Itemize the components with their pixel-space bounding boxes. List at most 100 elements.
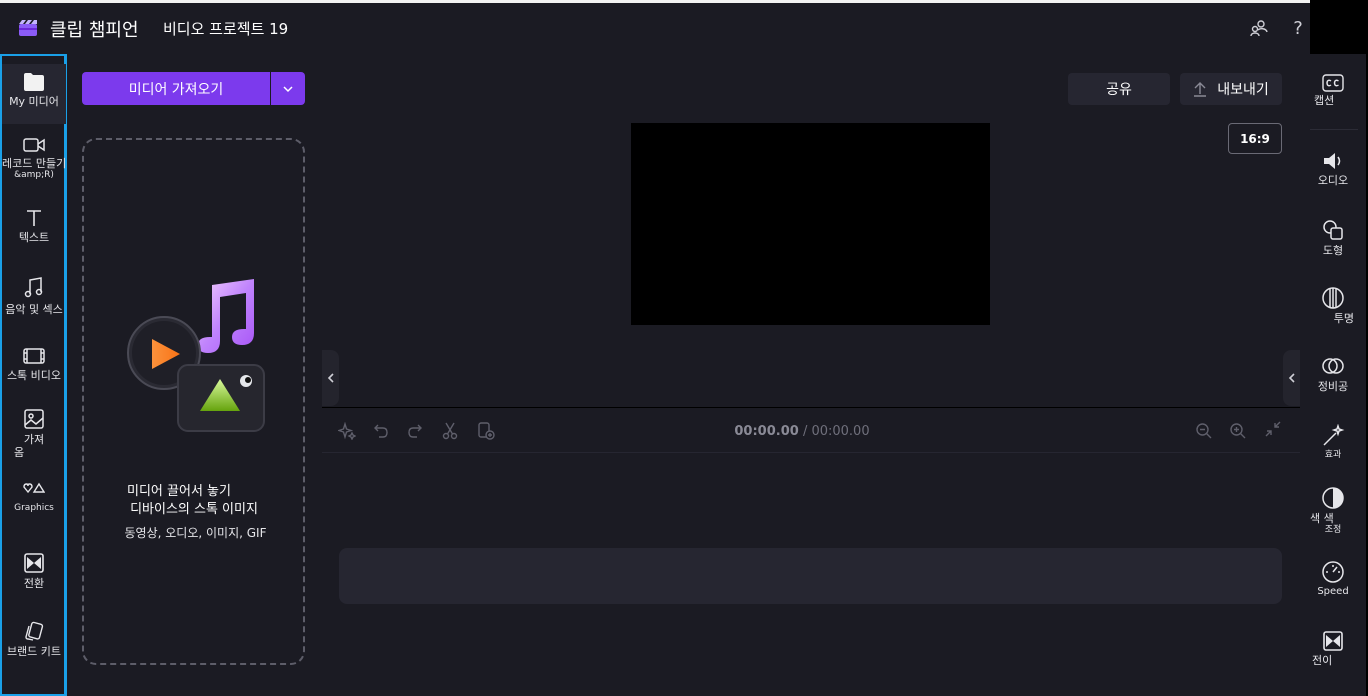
- sidebar-item-label: 가져: [23, 433, 45, 446]
- sidebar-item-color-adjust[interactable]: 색 색 조정: [1300, 486, 1366, 536]
- sidebar-item-label: Speed: [1317, 586, 1349, 597]
- timeline-panel: 00:00.00 / 00:00.00: [322, 408, 1300, 696]
- transition-icon: [1323, 631, 1343, 651]
- import-media-button[interactable]: 미디어 가져오기: [82, 72, 270, 105]
- sidebar-item-stock-video[interactable]: 스톡 비디오: [2, 346, 66, 382]
- sidebar-item-record-create[interactable]: 레코드 만들기( &amp;R): [2, 136, 71, 181]
- scissors-icon[interactable]: [439, 420, 461, 442]
- zoom-out-icon[interactable]: [1193, 420, 1215, 442]
- sidebar-item-my-media[interactable]: My 미디어: [2, 64, 66, 124]
- sidebar-item-label: 음악 및 섹스: [5, 303, 63, 316]
- text-icon: [27, 210, 41, 226]
- sidebar-item-label: My 미디어: [9, 95, 59, 108]
- dropzone-subtitle[interactable]: 디바이스의 스톡 이미지: [94, 498, 294, 517]
- total-time: / 00:00.00: [802, 424, 870, 439]
- sidebar-item-label: 효과: [1324, 450, 1342, 460]
- share-button[interactable]: 공유: [1068, 73, 1170, 105]
- sidebar-item-label: 투명: [1333, 312, 1354, 325]
- sidebar-item-speed[interactable]: Speed: [1300, 560, 1366, 597]
- sidebar-item-label: 브랜드 키트: [6, 645, 62, 658]
- share-people-icon[interactable]: [1248, 17, 1270, 39]
- brand-kit-icon: [25, 621, 44, 641]
- sidebar-item-import[interactable]: 가져 옴: [2, 408, 66, 459]
- sidebar-item-transparency[interactable]: 투명: [1300, 286, 1366, 325]
- media-illustration-icon: [127, 279, 265, 432]
- media-panel: 미디어 가져오기 미디어 끌어서 놓기 디바이스의 스톡 이미지 동영상, 오디…: [67, 54, 322, 696]
- window-corner: [1310, 0, 1368, 54]
- magic-sparkle-icon[interactable]: [336, 420, 358, 442]
- sidebar-item-transitions-right[interactable]: 전이: [1300, 630, 1366, 667]
- film-icon: [23, 348, 45, 364]
- timeline-track[interactable]: [339, 548, 1282, 604]
- transparency-icon: [1322, 287, 1344, 309]
- left-sidebar: My 미디어 레코드 만들기( &amp;R) 텍스트 음악 및 섹스 스톡 비…: [0, 54, 71, 696]
- collapse-left-panel-button[interactable]: [322, 350, 339, 406]
- sidebar-item-label: Graphics: [14, 503, 54, 513]
- undo-icon[interactable]: [370, 420, 392, 442]
- sidebar-item-label: 전이: [1312, 654, 1333, 667]
- magic-wand-icon: [1323, 424, 1345, 446]
- timecode: 00:00.00 / 00:00.00: [702, 424, 902, 439]
- upload-icon: [1194, 82, 1207, 97]
- export-button[interactable]: 내보내기: [1180, 73, 1282, 105]
- sidebar-item-label: 색 색: [1310, 512, 1334, 525]
- sidebar-item-label: 레코드 만들기(: [2, 157, 71, 170]
- chevron-left-icon: [327, 373, 334, 383]
- sidebar-item-label: 캡션: [1314, 94, 1335, 107]
- filters-icon: [1322, 358, 1344, 374]
- add-clip-icon[interactable]: [475, 420, 497, 442]
- image-icon: [24, 409, 44, 429]
- color-adjust-icon: [1322, 487, 1344, 509]
- preview-area: 공유 내보내기 16:9: [322, 54, 1300, 407]
- sidebar-item-transitions[interactable]: 전환: [2, 552, 66, 590]
- current-time: 00:00.00: [734, 424, 799, 439]
- captions-icon: [1322, 74, 1344, 92]
- sidebar-item-music-sfx[interactable]: 음악 및 섹스: [2, 276, 66, 316]
- sidebar-item-sublabel: 조정: [1324, 525, 1342, 535]
- dropzone-title: 미디어 끌어서 놓기: [127, 484, 231, 499]
- shapes-icon: [1323, 220, 1343, 240]
- clipchamp-logo-icon: [19, 20, 37, 36]
- dropzone-formats: 동영상, 오디오, 이미지, GIF: [124, 526, 267, 540]
- speaker-icon: [1324, 153, 1341, 169]
- title-bar: 클립 챔피언 비디오 프로젝트 19 ?: [0, 0, 1368, 54]
- chevron-down-icon: [283, 85, 293, 92]
- video-camera-icon: [23, 138, 45, 152]
- project-name[interactable]: 비디오 프로젝트 19: [163, 18, 288, 39]
- sidebar-item-shapes[interactable]: 도형: [1300, 218, 1366, 257]
- chevron-left-icon: [1288, 373, 1295, 383]
- shapes-icon: [23, 482, 45, 494]
- sidebar-item-filters[interactable]: 정비공: [1300, 354, 1366, 393]
- speedometer-icon: [1322, 561, 1344, 583]
- zoom-in-icon[interactable]: [1227, 420, 1249, 442]
- transition-icon: [24, 553, 44, 573]
- sidebar-item-sublabel: &amp;R): [14, 170, 54, 180]
- export-label: 내보내기: [1217, 82, 1269, 98]
- sidebar-item-sublabel: 옴: [14, 446, 25, 459]
- sidebar-item-label: 스톡 비디오: [6, 369, 62, 382]
- music-note-icon: [24, 277, 43, 298]
- aspect-ratio-button[interactable]: 16:9: [1228, 123, 1282, 154]
- sidebar-item-brand-kit[interactable]: 브랜드 키트: [2, 620, 66, 658]
- sidebar-divider: [1310, 129, 1358, 130]
- timeline-toolbar: 00:00.00 / 00:00.00: [322, 408, 1300, 453]
- sidebar-item-label: 전환: [23, 577, 45, 590]
- collapse-right-panel-button[interactable]: [1283, 350, 1300, 406]
- sidebar-item-label: 텍스트: [18, 231, 50, 244]
- sidebar-item-label: 오디오: [1317, 174, 1349, 187]
- sidebar-item-audio[interactable]: 오디오: [1300, 150, 1366, 187]
- sidebar-item-label: 도형: [1322, 244, 1344, 257]
- sidebar-item-graphics[interactable]: Graphics: [2, 481, 66, 514]
- sidebar-item-effects[interactable]: 효과: [1300, 424, 1366, 461]
- help-icon[interactable]: ?: [1287, 17, 1309, 39]
- sidebar-item-label: 정비공: [1317, 380, 1349, 393]
- right-sidebar: 캡션 오디오 도형 투명 정비공 효과 색 색 조정 Speed 전이: [1300, 54, 1368, 696]
- sidebar-item-captions[interactable]: 캡션: [1300, 74, 1366, 107]
- media-dropzone[interactable]: 미디어 끌어서 놓기 디바이스의 스톡 이미지 동영상, 오디오, 이미지, G…: [82, 138, 305, 665]
- folder-icon: [24, 73, 44, 91]
- fit-to-window-icon[interactable]: [1262, 418, 1284, 440]
- redo-icon[interactable]: [404, 420, 426, 442]
- video-preview[interactable]: [631, 123, 990, 325]
- import-options-dropdown[interactable]: [271, 72, 305, 105]
- sidebar-item-text[interactable]: 텍스트: [2, 208, 66, 244]
